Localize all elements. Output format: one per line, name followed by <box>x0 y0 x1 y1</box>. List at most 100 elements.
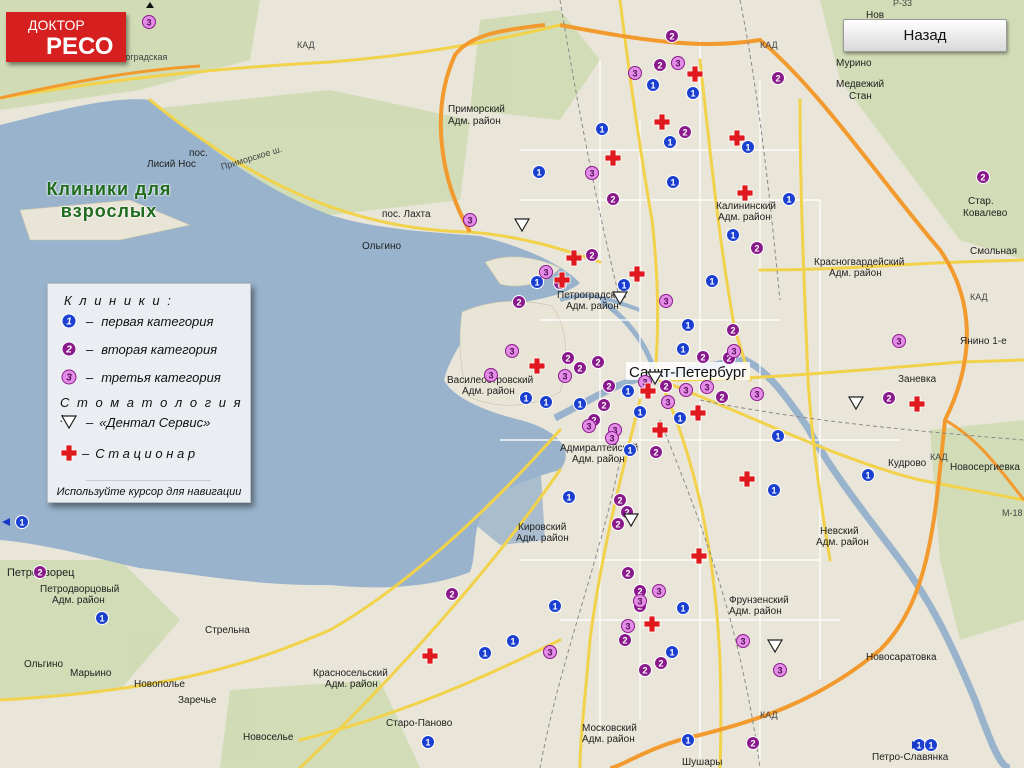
clinic-cat2-marker[interactable]: 2 <box>665 29 679 43</box>
clinic-cat1-marker[interactable]: 1 <box>478 646 492 660</box>
clinic-cat1-marker[interactable]: 1 <box>532 165 546 179</box>
clinic-cat2-marker[interactable]: 2 <box>561 351 575 365</box>
clinic-cat2-marker[interactable]: 2 <box>602 379 616 393</box>
clinic-cat1-marker[interactable]: 1 <box>548 599 562 613</box>
clinic-cat1-marker[interactable]: 1 <box>530 275 544 289</box>
svg-text:1: 1 <box>669 648 674 658</box>
clinic-cat1-marker[interactable]: 1 <box>924 738 938 752</box>
clinic-cat3-marker[interactable]: 3 <box>633 594 647 608</box>
clinic-cat1-marker[interactable]: 1 <box>726 228 740 242</box>
doctor-reso-logo[interactable]: ДОКТОР РЕСО <box>6 12 126 62</box>
clinic-cat2-marker[interactable]: 2 <box>726 323 740 337</box>
legend-cat2: 2 – вторая категория <box>60 340 217 358</box>
clinic-cat3-marker[interactable]: 3 <box>142 15 156 29</box>
clinic-cat3-marker[interactable]: 3 <box>736 634 750 648</box>
clinic-cat2-marker[interactable]: 2 <box>654 656 668 670</box>
clinic-cat3-marker[interactable]: 3 <box>700 380 714 394</box>
clinic-cat1-marker[interactable]: 1 <box>621 384 635 398</box>
clinic-cat2-marker[interactable]: 2 <box>585 248 599 262</box>
clinic-cat1-marker[interactable]: 1 <box>705 274 719 288</box>
clinic-cat3-marker[interactable]: 3 <box>892 334 906 348</box>
clinic-cat2-marker[interactable]: 2 <box>659 379 673 393</box>
clinic-cat1-marker[interactable]: 1 <box>95 611 109 625</box>
clinic-cat2-marker[interactable]: 2 <box>715 390 729 404</box>
label-medvezhiy: Медвежий <box>836 79 884 90</box>
clinic-cat2-marker[interactable]: 2 <box>611 517 625 531</box>
clinic-cat3-marker[interactable]: 3 <box>727 344 741 358</box>
clinic-cat3-marker[interactable]: 3 <box>582 419 596 433</box>
clinic-cat2-marker[interactable]: 2 <box>573 361 587 375</box>
label-krasnogvard-1: Красногвардейский <box>814 257 904 268</box>
clinic-cat2-marker[interactable]: 2 <box>746 736 760 750</box>
svg-text:1: 1 <box>709 277 714 287</box>
clinic-cat2-marker[interactable]: 2 <box>653 58 667 72</box>
clinic-cat1-marker[interactable]: 1 <box>663 135 677 149</box>
svg-text:1: 1 <box>670 178 675 188</box>
clinic-cat3-marker[interactable]: 3 <box>585 166 599 180</box>
clinic-cat1-marker[interactable]: 1 <box>782 192 796 206</box>
clinic-cat2-marker[interactable]: 2 <box>591 355 605 369</box>
clinic-cat3-marker[interactable]: 3 <box>773 663 787 677</box>
clinic-cat1-marker[interactable]: 1 <box>666 175 680 189</box>
clinic-cat2-marker[interactable]: 2 <box>649 445 663 459</box>
clinic-cat3-marker[interactable]: 3 <box>659 294 673 308</box>
clinic-cat2-marker[interactable]: 2 <box>621 566 635 580</box>
clinic-cat1-marker[interactable]: 1 <box>506 634 520 648</box>
clinic-cat3-marker[interactable]: 3 <box>605 431 619 445</box>
clinic-cat2-marker[interactable]: 2 <box>771 71 785 85</box>
clinic-cat1-marker[interactable]: 1 <box>861 468 875 482</box>
clinic-cat1-marker[interactable]: 1 <box>539 395 553 409</box>
clinic-cat2-marker[interactable]: 2 <box>976 170 990 184</box>
back-button[interactable]: Назад <box>843 19 1007 52</box>
clinic-cat2-marker[interactable]: 2 <box>696 350 710 364</box>
clinic-cat3-marker[interactable]: 3 <box>750 387 764 401</box>
clinic-cat3-marker[interactable]: 3 <box>543 645 557 659</box>
clinic-cat2-marker[interactable]: 2 <box>597 398 611 412</box>
clinic-cat3-marker[interactable]: 3 <box>463 213 477 227</box>
svg-text:3: 3 <box>731 347 736 357</box>
clinic-cat2-marker[interactable]: 2 <box>445 587 459 601</box>
clinic-cat3-marker[interactable]: 3 <box>679 383 693 397</box>
clinic-cat2-marker[interactable]: 2 <box>512 295 526 309</box>
clinic-cat1-marker[interactable]: 1 <box>562 490 576 504</box>
clinic-cat1-marker[interactable]: 1 <box>623 443 637 457</box>
clinic-cat2-marker[interactable]: 2 <box>750 241 764 255</box>
clinic-cat1-marker[interactable]: 1 <box>665 645 679 659</box>
clinic-cat2-marker[interactable]: 2 <box>882 391 896 405</box>
clinic-cat1-marker[interactable]: 1 <box>617 278 631 292</box>
clinic-cat3-marker[interactable]: 3 <box>558 369 572 383</box>
clinic-cat2-marker[interactable]: 2 <box>606 192 620 206</box>
clinic-cat3-marker[interactable]: 3 <box>539 265 553 279</box>
clinic-cat1-marker[interactable]: 1 <box>519 391 533 405</box>
clinic-cat3-marker[interactable]: 3 <box>621 619 635 633</box>
svg-text:2: 2 <box>682 128 687 138</box>
clinic-cat1-marker[interactable]: 1 <box>767 483 781 497</box>
clinic-cat1-marker[interactable]: 1 <box>681 733 695 747</box>
clinic-cat2-marker[interactable]: 2 <box>613 493 627 507</box>
clinic-cat1-marker[interactable]: 1 <box>595 122 609 136</box>
clinic-cat3-marker[interactable]: 3 <box>484 368 498 382</box>
clinic-cat1-marker[interactable]: 1 <box>673 411 687 425</box>
clinic-cat1-marker[interactable]: 1 <box>676 601 690 615</box>
clinic-cat1-marker[interactable]: 1 <box>15 515 29 529</box>
clinic-cat1-marker[interactable]: 1 <box>681 318 695 332</box>
clinic-cat2-marker[interactable]: 2 <box>618 633 632 647</box>
clinic-cat1-marker[interactable]: 1 <box>676 342 690 356</box>
clinic-cat3-marker[interactable]: 3 <box>505 344 519 358</box>
clinic-cat3-marker[interactable]: 3 <box>628 66 642 80</box>
clinic-cat1-marker[interactable]: 1 <box>771 429 785 443</box>
clinic-cat3-marker[interactable]: 3 <box>671 56 685 70</box>
clinic-cat1-marker[interactable]: 1 <box>633 405 647 419</box>
clinic-cat1-marker[interactable]: 1 <box>646 78 660 92</box>
clinic-cat1-marker[interactable]: 1 <box>741 140 755 154</box>
clinic-cat2-marker[interactable]: 2 <box>678 125 692 139</box>
clinic-cat1-marker[interactable]: 1 <box>421 735 435 749</box>
svg-text:1: 1 <box>536 168 541 178</box>
clinic-cat1-marker[interactable]: 1 <box>686 86 700 100</box>
clinic-cat2-marker[interactable]: 2 <box>33 565 47 579</box>
clinic-cat2-marker[interactable]: 2 <box>638 663 652 677</box>
clinic-cat1-marker[interactable]: 1 <box>573 397 587 411</box>
clinic-cat3-marker[interactable]: 3 <box>661 395 675 409</box>
clinic-cat3-marker[interactable]: 3 <box>652 584 666 598</box>
legend-cat1: 1 – первая категория <box>60 312 213 330</box>
